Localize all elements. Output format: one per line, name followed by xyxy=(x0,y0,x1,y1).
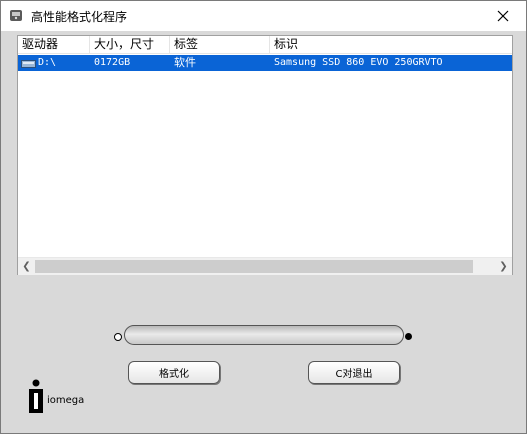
logo-text: iomega xyxy=(47,395,85,406)
close-icon xyxy=(497,10,509,22)
app-window: 高性能格式化程序 驱动器 大小，尺寸 标签 标识 D:\ 0172GB 软件 S… xyxy=(0,0,527,434)
column-header-label[interactable]: 标签 xyxy=(170,36,270,53)
progress-start-marker xyxy=(114,333,122,341)
close-button[interactable] xyxy=(480,1,526,31)
cell-size: 0172GB xyxy=(94,57,131,68)
format-progress xyxy=(114,325,416,349)
format-button[interactable]: 格式化 xyxy=(128,361,220,384)
iomega-logo-icon xyxy=(29,379,43,413)
cell-drive: D:\ xyxy=(38,57,57,68)
cell-label: 软件 xyxy=(174,56,196,69)
column-header-drive[interactable]: 驱动器 xyxy=(18,36,90,53)
horizontal-scrollbar[interactable]: ❮ ❯ xyxy=(18,257,512,275)
progress-end-marker xyxy=(405,333,412,340)
iomega-logo: iomega xyxy=(29,379,99,415)
scroll-thumb[interactable] xyxy=(35,260,473,273)
table-row[interactable]: D:\ 0172GB 软件 Samsung SSD 860 EVO 250GRV… xyxy=(18,55,512,71)
column-header-size[interactable]: 大小，尺寸 xyxy=(90,36,170,53)
scroll-right-icon[interactable]: ❯ xyxy=(495,258,512,275)
app-icon xyxy=(8,7,24,23)
title-bar[interactable]: 高性能格式化程序 xyxy=(1,1,526,31)
exit-button[interactable]: C对退出 xyxy=(308,361,400,384)
drive-list[interactable]: 驱动器 大小，尺寸 标签 标识 D:\ 0172GB 软件 Samsung SS… xyxy=(17,35,513,275)
scroll-left-icon[interactable]: ❮ xyxy=(18,258,35,275)
cell-id: Samsung SSD 860 EVO 250GRVTO xyxy=(274,57,443,68)
drive-icon xyxy=(21,58,36,68)
progress-bar xyxy=(124,325,404,345)
client-area: 驱动器 大小，尺寸 标签 标识 D:\ 0172GB 软件 Samsung SS… xyxy=(1,31,526,433)
list-header: 驱动器 大小，尺寸 标签 标识 xyxy=(18,36,512,54)
window-title: 高性能格式化程序 xyxy=(31,10,128,24)
column-header-id[interactable]: 标识 xyxy=(270,36,512,53)
